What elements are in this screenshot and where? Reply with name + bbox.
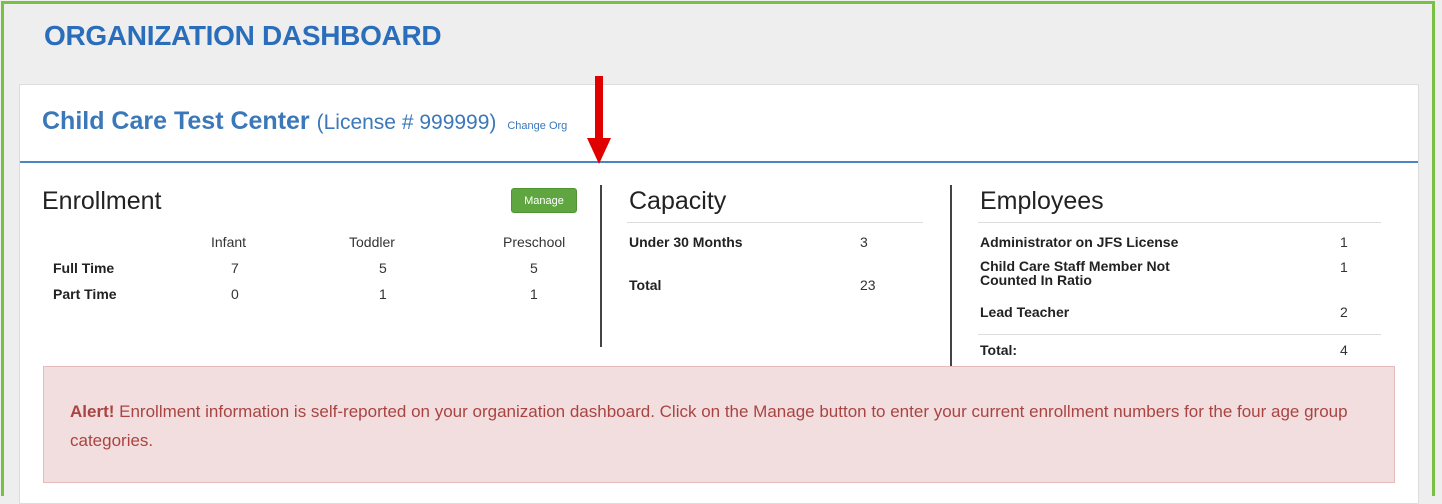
employees-total-value: 4 (1340, 342, 1348, 358)
employee-row-label: Lead Teacher (980, 304, 1070, 320)
organization-panel: Child Care Test Center (License # 999999… (19, 76, 1419, 504)
employee-value: 1 (1340, 259, 1348, 275)
manage-button[interactable]: Manage (511, 188, 577, 213)
employee-value: 2 (1340, 304, 1348, 320)
enrollment-col-header: Toddler (349, 234, 395, 250)
change-org-link[interactable]: Change Org (507, 120, 567, 132)
enrollment-row-label: Full Time (53, 260, 115, 276)
employees-title-rule (978, 222, 1381, 223)
enrollment-value: 7 (231, 260, 239, 276)
enrollment-alert: Alert! Enrollment information is self-re… (43, 366, 1395, 483)
enrollment-value: 5 (379, 260, 387, 276)
employee-row-label: Child Care Staff Member Not Counted In R… (980, 258, 1170, 288)
enrollment-value: 1 (530, 286, 538, 302)
employees-total-rule (978, 334, 1381, 335)
org-heading: Child Care Test Center (License # 999999… (42, 107, 567, 136)
column-divider (950, 185, 952, 367)
red-arrow-down-icon (587, 76, 611, 164)
employees-total-label: Total: (980, 342, 1018, 358)
page-title: ORGANIZATION DASHBOARD (44, 20, 442, 51)
enrollment-title: Enrollment (42, 187, 162, 215)
panel-header: Child Care Test Center (License # 999999… (20, 85, 1418, 163)
alert-strong: Alert! (70, 402, 115, 421)
enrollment-value: 0 (231, 286, 239, 302)
enrollment-row-label: Part Time (53, 286, 117, 302)
capacity-row-label: Total (629, 277, 662, 293)
column-divider (600, 185, 602, 347)
capacity-value: 3 (860, 234, 868, 250)
capacity-title-rule (627, 222, 923, 223)
capacity-title: Capacity (629, 187, 727, 215)
enrollment-value: 5 (530, 260, 538, 276)
org-name: Child Care Test Center (42, 107, 310, 135)
capacity-value: 23 (860, 277, 876, 293)
employee-row-label: Administrator on JFS License (980, 234, 1179, 250)
enrollment-value: 1 (379, 286, 387, 302)
org-license: (License # 999999) (316, 111, 497, 134)
employee-value: 1 (1340, 234, 1348, 250)
employees-title: Employees (980, 187, 1104, 215)
enrollment-col-header: Infant (211, 234, 247, 250)
capacity-row-label: Under 30 Months (629, 234, 743, 250)
alert-message: Enrollment information is self-reported … (70, 402, 1348, 450)
enrollment-col-header: Preschool (503, 234, 566, 250)
